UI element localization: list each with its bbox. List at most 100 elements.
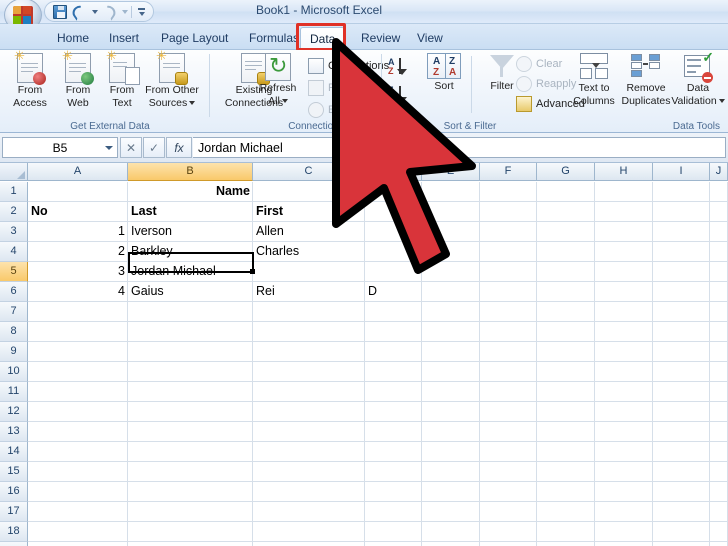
cell-B6[interactable]: Gaius bbox=[128, 282, 253, 302]
edit-links-icon bbox=[308, 102, 324, 118]
connections-button[interactable]: Connections bbox=[308, 56, 389, 76]
formula-bar-area: B5 ✕ ✓ fx Jordan Michael bbox=[0, 133, 728, 163]
grid-col-line bbox=[594, 182, 595, 546]
group-divider bbox=[209, 54, 210, 117]
name-box-dropdown-icon[interactable] bbox=[105, 146, 113, 150]
ribbon-group-connections: Refresh All Connections Properties Edit … bbox=[250, 50, 389, 133]
cell-B3[interactable]: Iverson bbox=[128, 222, 253, 242]
cell-C6[interactable]: Rei bbox=[253, 282, 365, 302]
grid-col-line bbox=[709, 182, 710, 546]
row-header-16[interactable]: 16 bbox=[0, 482, 28, 502]
remove-duplicates-icon bbox=[631, 53, 661, 81]
cell-A4[interactable]: 2 bbox=[28, 242, 128, 262]
column-header-b[interactable]: B bbox=[128, 163, 253, 181]
tab-insert[interactable]: Insert bbox=[100, 27, 148, 50]
cell-C2[interactable]: First bbox=[253, 202, 365, 222]
insert-function-button[interactable]: fx bbox=[166, 137, 192, 158]
properties-icon bbox=[308, 80, 324, 96]
grid-row-line bbox=[28, 541, 728, 542]
name-box[interactable]: B5 bbox=[2, 137, 118, 158]
from-other-sources-button[interactable]: ✳ From Other Sources bbox=[136, 49, 208, 109]
row-header-13[interactable]: 13 bbox=[0, 422, 28, 442]
sort-button[interactable]: A Z Z A Sort bbox=[416, 53, 472, 92]
cell-A2[interactable]: No bbox=[28, 202, 128, 222]
row-header-10[interactable]: 10 bbox=[0, 362, 28, 382]
row-header-1[interactable]: 1 bbox=[0, 182, 28, 202]
grid-row-line bbox=[28, 461, 728, 462]
grid-row-line bbox=[28, 481, 728, 482]
cell-A3[interactable]: 1 bbox=[28, 222, 128, 242]
row-header-8[interactable]: 8 bbox=[0, 322, 28, 342]
fill-handle[interactable] bbox=[250, 269, 255, 274]
refresh-all-button[interactable]: Refresh All bbox=[250, 53, 306, 107]
group-label-get-external-data: Get External Data bbox=[70, 121, 150, 132]
data-validation-dropdown-icon[interactable] bbox=[718, 99, 725, 104]
refresh-all-dropdown-icon[interactable] bbox=[281, 99, 288, 104]
column-header-d[interactable]: D bbox=[365, 163, 422, 181]
row-header-17[interactable]: 17 bbox=[0, 502, 28, 522]
row-header-3[interactable]: 3 bbox=[0, 222, 28, 242]
column-header-a[interactable]: A bbox=[28, 163, 128, 181]
data-validation-button[interactable]: ✓ Data Validation bbox=[670, 50, 726, 107]
column-header-j[interactable]: J bbox=[710, 163, 728, 181]
selected-cell-border[interactable] bbox=[128, 252, 254, 273]
reapply-filter-icon bbox=[516, 76, 532, 92]
row-header-12[interactable]: 12 bbox=[0, 402, 28, 422]
grid-row-line bbox=[28, 341, 728, 342]
row-header-19[interactable]: 19 bbox=[0, 542, 28, 546]
group-label-connections: Connections bbox=[288, 121, 344, 132]
formula-input[interactable]: Jordan Michael bbox=[193, 137, 726, 158]
row-header-2[interactable]: 2 bbox=[0, 202, 28, 222]
advanced-filter-icon bbox=[516, 96, 532, 112]
grid-row-line bbox=[28, 421, 728, 422]
cell-C4[interactable]: Charles bbox=[253, 242, 365, 262]
from-text-icon: ✳ bbox=[106, 49, 140, 85]
from-other-sources-dropdown-icon[interactable] bbox=[189, 101, 196, 106]
column-header-g[interactable]: G bbox=[537, 163, 595, 181]
cell-E3[interactable]: 3 bbox=[422, 222, 480, 242]
row-header-6[interactable]: 6 bbox=[0, 282, 28, 302]
ribbon-group-sort-filter: AZ ZA A Z Z A Sort Filter Clear Reapply … bbox=[384, 50, 585, 133]
text-to-columns-icon bbox=[579, 53, 609, 81]
cell-D6[interactable]: D bbox=[365, 282, 422, 302]
grid-row-line bbox=[28, 381, 728, 382]
column-header-c[interactable]: C bbox=[253, 163, 365, 181]
ribbon-group-data-tools: Text to Columns Remove Duplicates ✓ Data… bbox=[566, 50, 728, 133]
cell-C3[interactable]: Allen bbox=[253, 222, 365, 242]
grid-row-line bbox=[28, 521, 728, 522]
row-header-15[interactable]: 15 bbox=[0, 462, 28, 482]
tab-view[interactable]: View bbox=[408, 27, 452, 50]
properties-button: Properties bbox=[308, 78, 378, 98]
remove-duplicates-button[interactable]: Remove Duplicates bbox=[618, 53, 674, 107]
from-access-icon: ✳ bbox=[14, 49, 46, 85]
cell-B2[interactable]: Last bbox=[128, 202, 253, 222]
group-label-data-tools: Data Tools bbox=[672, 121, 720, 132]
row-header-9[interactable]: 9 bbox=[0, 342, 28, 362]
cell-B1[interactable]: Name bbox=[128, 182, 253, 202]
cell-A5[interactable]: 3 bbox=[28, 262, 128, 282]
cancel-formula-button[interactable]: ✕ bbox=[120, 137, 142, 158]
enter-formula-button[interactable]: ✓ bbox=[143, 137, 165, 158]
tab-page-layout[interactable]: Page Layout bbox=[152, 27, 237, 50]
text-to-columns-button[interactable]: Text to Columns bbox=[566, 53, 622, 107]
row-header-18[interactable]: 18 bbox=[0, 522, 28, 542]
select-all-corner[interactable] bbox=[0, 163, 28, 181]
clear-filter-button: Clear bbox=[516, 54, 562, 74]
row-header-7[interactable]: 7 bbox=[0, 302, 28, 322]
filter-funnel-icon bbox=[488, 53, 516, 79]
row-header-14[interactable]: 14 bbox=[0, 442, 28, 462]
tab-review[interactable]: Review bbox=[352, 27, 409, 50]
grid-row-line bbox=[28, 401, 728, 402]
cell-A6[interactable]: 4 bbox=[28, 282, 128, 302]
sort-ascending-button[interactable]: AZ bbox=[388, 56, 410, 78]
column-header-i[interactable]: I bbox=[653, 163, 710, 181]
row-header-11[interactable]: 11 bbox=[0, 382, 28, 402]
column-header-h[interactable]: H bbox=[595, 163, 653, 181]
row-header-5[interactable]: 5 bbox=[0, 262, 28, 282]
row-header-4[interactable]: 4 bbox=[0, 242, 28, 262]
column-header-f[interactable]: F bbox=[480, 163, 537, 181]
sort-descending-button[interactable]: ZA bbox=[388, 84, 410, 106]
column-header-e[interactable]: E bbox=[422, 163, 480, 181]
group-divider bbox=[471, 56, 472, 113]
tab-home[interactable]: Home bbox=[48, 27, 98, 50]
